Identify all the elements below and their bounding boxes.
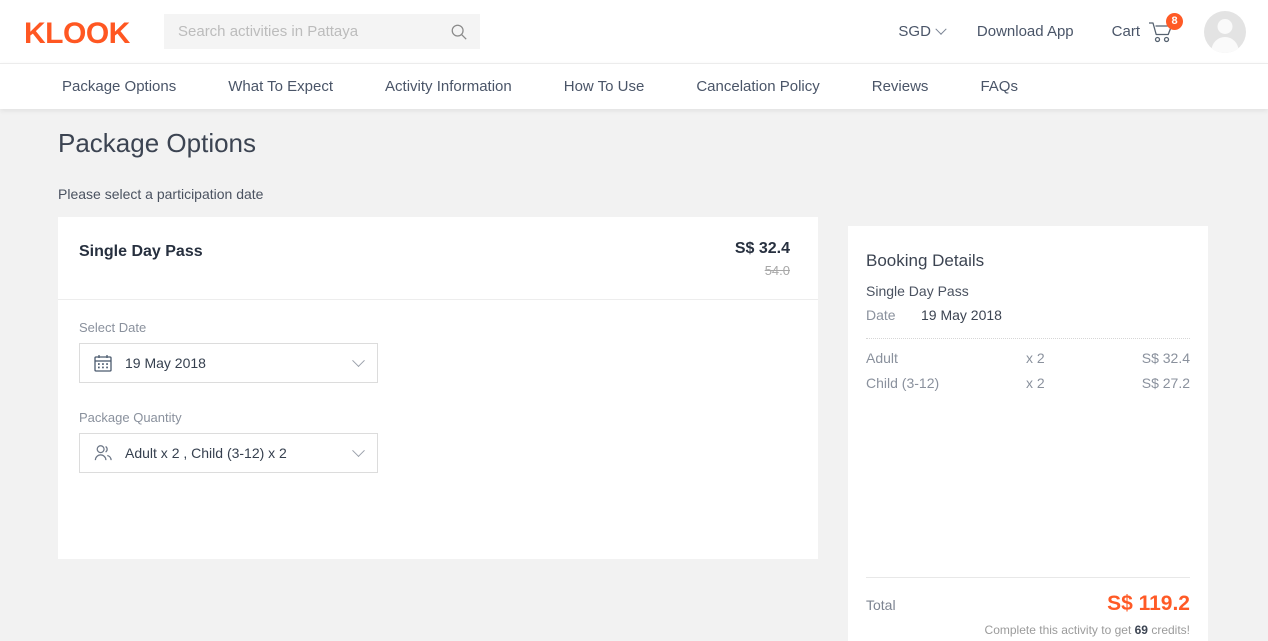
line-item-amount: S$ 32.4 <box>1141 350 1190 366</box>
section-nav: Package Options What To Expect Activity … <box>0 63 1268 109</box>
nav-item-what-to-expect[interactable]: What To Expect <box>228 78 333 95</box>
cart-icon: 8 <box>1148 12 1183 43</box>
avatar[interactable] <box>1204 10 1246 53</box>
klook-logo[interactable]: KLOOK <box>24 17 130 51</box>
booking-date-row: Date 19 May 2018 <box>866 307 1002 323</box>
people-icon <box>93 443 113 463</box>
nav-item-how-to-use[interactable]: How To Use <box>564 78 645 95</box>
select-date-label: Select Date <box>79 320 147 335</box>
search-input[interactable] <box>178 23 450 40</box>
cart-button[interactable]: Cart 8 <box>1111 12 1183 43</box>
booking-line-item: Adult x 2 S$ 32.4 <box>866 350 1190 366</box>
package-card-header: Single Day Pass S$ 32.4 54.0 <box>58 217 818 300</box>
page-title: Package Options <box>58 128 257 158</box>
package-price-current: S$ 32.4 <box>734 240 790 257</box>
nav-item-faqs[interactable]: FAQs <box>980 78 1018 95</box>
package-card: Single Day Pass S$ 32.4 54.0 Select Date <box>58 217 818 559</box>
select-date-value: 19 May 2018 <box>125 355 206 371</box>
page-root: KLOOK SGD Download App Cart <box>0 0 1268 641</box>
line-item-name: Child (3-12) <box>866 375 940 391</box>
credits-prefix: Complete this activity to get <box>984 623 1135 637</box>
search-box[interactable] <box>164 14 480 49</box>
booking-credits-note: Complete this activity to get 69 credits… <box>985 623 1190 637</box>
nav-item-package-options[interactable]: Package Options <box>62 78 176 95</box>
header-right-group: SGD Download App Cart 8 <box>898 0 1268 63</box>
booking-details-panel: Booking Details Single Day Pass Date 19 … <box>848 226 1208 641</box>
main-content: Package Options Please select a particip… <box>0 109 1268 641</box>
site-header: KLOOK SGD Download App Cart <box>0 0 1268 63</box>
booking-total-label: Total <box>866 597 896 613</box>
line-item-name: Adult <box>866 350 898 366</box>
package-card-body: Select Date 19 May 2018 Package Quantity… <box>58 300 818 493</box>
booking-divider-dotted <box>866 338 1190 339</box>
booking-package-name: Single Day Pass <box>866 283 969 299</box>
cart-count-badge: 8 <box>1166 12 1183 30</box>
credits-count: 69 <box>1134 623 1148 637</box>
package-name: Single Day Pass <box>79 243 203 260</box>
booking-line-items: Adult x 2 S$ 32.4 Child (3-12) x 2 S$ 27… <box>866 350 1190 400</box>
chevron-down-icon <box>935 23 947 35</box>
line-item-qty: x 2 <box>1026 350 1045 366</box>
nav-item-cancelation-policy[interactable]: Cancelation Policy <box>696 78 819 95</box>
search-icon[interactable] <box>450 23 468 41</box>
calendar-icon <box>93 353 113 373</box>
cart-label: Cart <box>1111 23 1140 40</box>
line-item-qty: x 2 <box>1026 375 1045 391</box>
page-subtitle: Please select a participation date <box>58 186 264 202</box>
booking-total-value: S$ 119.2 <box>1107 592 1190 615</box>
nav-item-list: Package Options What To Expect Activity … <box>62 78 1070 95</box>
booking-total-row: Total S$ 119.2 <box>866 592 1190 616</box>
currency-selector[interactable]: SGD <box>898 23 947 40</box>
booking-line-item: Child (3-12) x 2 S$ 27.2 <box>866 375 1190 391</box>
booking-divider-solid <box>866 577 1190 578</box>
line-item-amount: S$ 27.2 <box>1141 375 1190 391</box>
nav-item-activity-information[interactable]: Activity Information <box>385 78 512 95</box>
chevron-down-icon <box>352 353 365 367</box>
booking-details-title: Booking Details <box>866 251 985 270</box>
select-date-dropdown[interactable]: 19 May 2018 <box>79 343 378 383</box>
currency-label: SGD <box>898 23 931 40</box>
credits-suffix: credits! <box>1147 623 1190 637</box>
package-price: S$ 32.4 54.0 <box>735 240 790 278</box>
package-quantity-dropdown[interactable]: Adult x 2 , Child (3-12) x 2 <box>79 433 378 473</box>
nav-item-reviews[interactable]: Reviews <box>872 78 929 95</box>
booking-date-value: 19 May 2018 <box>921 307 1002 323</box>
package-quantity-value: Adult x 2 , Child (3-12) x 2 <box>125 445 287 461</box>
download-app-link[interactable]: Download App <box>977 23 1074 40</box>
package-quantity-label: Package Quantity <box>79 410 182 425</box>
booking-date-label: Date <box>866 307 896 323</box>
package-price-original: 54.0 <box>764 263 790 278</box>
chevron-down-icon <box>352 443 365 457</box>
